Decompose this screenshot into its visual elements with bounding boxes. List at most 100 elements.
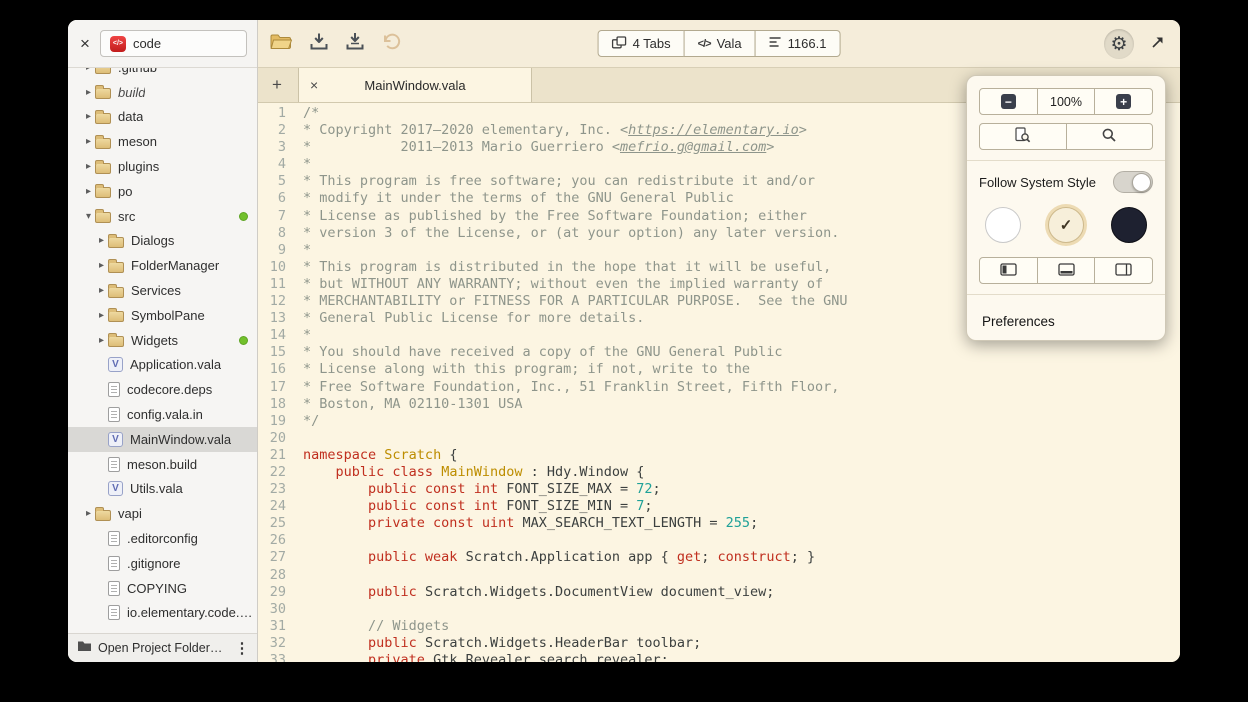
- line-number: 12: [258, 293, 286, 310]
- tabs-icon: [612, 36, 627, 52]
- tree-item-label: codecore.deps: [127, 382, 212, 397]
- toggle-right-panel-button[interactable]: [1094, 257, 1153, 284]
- tree-item-services[interactable]: ▸Services: [68, 278, 257, 303]
- tree-item-src[interactable]: ▾src: [68, 204, 257, 229]
- tree-item-config-vala-in[interactable]: config.vala.in: [68, 402, 257, 427]
- tree-item-foldermanager[interactable]: ▸FolderManager: [68, 253, 257, 278]
- expand-arrow-icon[interactable]: ▸: [82, 87, 95, 98]
- style-option-dark[interactable]: [1111, 207, 1147, 243]
- right-panel-layout-icon: [1115, 263, 1132, 279]
- tree-item-widgets[interactable]: ▸Widgets: [68, 328, 257, 353]
- expand-arrow-icon[interactable]: ▸: [82, 508, 95, 519]
- tree-item-po[interactable]: ▸po: [68, 179, 257, 204]
- tree-item-utils-vala[interactable]: VUtils.vala: [68, 477, 257, 502]
- code-line: public weak Scratch.Application app { ge…: [303, 549, 1180, 566]
- code-line: private Gtk.Revealer search_revealer;: [303, 652, 1180, 662]
- collapse-arrow-icon[interactable]: ▾: [82, 211, 95, 222]
- line-number: 15: [258, 344, 286, 361]
- find-in-page-button[interactable]: [979, 123, 1067, 150]
- folder-icon: [95, 68, 111, 74]
- folder-icon: [108, 311, 124, 322]
- sidebar-menu-button[interactable]: ⋮: [233, 639, 251, 657]
- line-number: 18: [258, 396, 286, 413]
- expand-arrow-icon[interactable]: ▸: [95, 260, 108, 271]
- tab-close-icon[interactable]: ×: [310, 78, 318, 92]
- goto-line-icon: [769, 36, 782, 51]
- expand-arrow-icon[interactable]: ▸: [95, 335, 108, 346]
- zoom-reset-button[interactable]: 100%: [1037, 88, 1096, 115]
- expand-arrow-icon[interactable]: ▸: [82, 111, 95, 122]
- expand-arrow-icon[interactable]: ▸: [82, 161, 95, 172]
- tabs-overview-button[interactable]: 4 Tabs: [598, 30, 685, 57]
- popover-separator: [967, 294, 1165, 295]
- tree-item-label: Dialogs: [131, 233, 174, 248]
- project-chooser-button[interactable]: </> code: [100, 30, 247, 57]
- folder-icon: [108, 287, 124, 298]
- sidebar-footer: Open Project Folder… ⋮: [68, 633, 257, 662]
- open-project-folder-button[interactable]: Open Project Folder…: [98, 641, 227, 655]
- tree-item-plugins[interactable]: ▸ plugins: [68, 154, 257, 179]
- goto-line-button[interactable]: 1166.1: [755, 30, 841, 57]
- expand-arrow-icon[interactable]: ▸: [95, 310, 108, 321]
- zoom-out-button[interactable]: −: [979, 88, 1038, 115]
- style-option-sand-selected[interactable]: ✓: [1048, 207, 1084, 243]
- tree-item-copying[interactable]: COPYING: [68, 576, 257, 601]
- vala-file-icon: V: [108, 432, 123, 447]
- tree-item-application-vala[interactable]: VApplication.vala: [68, 353, 257, 378]
- line-number: 17: [258, 379, 286, 396]
- save-button[interactable]: [306, 33, 332, 55]
- tab-mainwindow-vala[interactable]: × MainWindow.vala: [298, 68, 532, 102]
- follow-system-style-switch[interactable]: [1113, 171, 1153, 193]
- file-icon: [108, 556, 120, 571]
- code-line: [303, 601, 1180, 618]
- expand-arrow-icon[interactable]: ▸: [95, 235, 108, 246]
- window-close-button[interactable]: ×: [80, 35, 90, 52]
- style-option-light[interactable]: [985, 207, 1021, 243]
- vcs-status-dot: [239, 212, 248, 221]
- fullscreen-button[interactable]: [1148, 35, 1168, 53]
- new-tab-button[interactable]: +: [264, 68, 290, 102]
- tree-item--github[interactable]: ▸.github: [68, 68, 257, 80]
- tabs-count-label: 4 Tabs: [633, 36, 671, 51]
- expand-arrow-icon[interactable]: ▸: [82, 68, 95, 73]
- expand-arrow-icon[interactable]: ▸: [82, 136, 95, 147]
- code-line: public class MainWindow : Hdy.Window {: [303, 464, 1180, 481]
- tree-item-label: plugins: [118, 159, 159, 174]
- line-number: 2: [258, 122, 286, 139]
- open-file-button[interactable]: [268, 33, 294, 55]
- fullscreen-icon: [1150, 34, 1166, 55]
- line-number: 14: [258, 327, 286, 344]
- tree-item-vapi[interactable]: ▸vapi: [68, 501, 257, 526]
- preferences-menu-item[interactable]: Preferences: [967, 305, 1165, 340]
- line-number: 28: [258, 567, 286, 584]
- expand-arrow-icon[interactable]: ▸: [82, 186, 95, 197]
- sidebar-headerbar: × </> code: [68, 20, 257, 68]
- language-selector-button[interactable]: </> Vala: [684, 30, 756, 57]
- zoom-in-button[interactable]: +: [1094, 88, 1153, 115]
- tree-item-symbolpane[interactable]: ▸SymbolPane: [68, 303, 257, 328]
- file-tree: ▸.github▸build▸data▸meson▸plugins▸po▾src…: [68, 68, 257, 633]
- tree-item-build[interactable]: ▸build: [68, 80, 257, 105]
- tree-item-codecore-deps[interactable]: codecore.deps: [68, 377, 257, 402]
- settings-button[interactable]: ⚙: [1104, 29, 1134, 59]
- global-search-button[interactable]: [1066, 123, 1154, 150]
- tree-item-meson-build[interactable]: meson.build: [68, 452, 257, 477]
- tree-item--gitignore[interactable]: .gitignore: [68, 551, 257, 576]
- tree-item-io-elementary-code-yml[interactable]: io.elementary.code.yml: [68, 601, 257, 626]
- tree-item-data[interactable]: ▸data: [68, 105, 257, 130]
- folder-icon: [95, 187, 111, 198]
- tree-item-dialogs[interactable]: ▸ Dialogs: [68, 229, 257, 254]
- save-as-button[interactable]: [342, 33, 368, 55]
- code-line: */: [303, 413, 1180, 430]
- save-icon: [309, 32, 329, 56]
- tree-item-mainwindow-vala[interactable]: VMainWindow.vala: [68, 427, 257, 452]
- toggle-sidebar-button[interactable]: [979, 257, 1038, 284]
- tree-item-meson[interactable]: ▸meson: [68, 129, 257, 154]
- code-app-icon: </>: [110, 36, 126, 52]
- folder-icon: [95, 212, 111, 223]
- file-icon: [108, 605, 120, 620]
- tree-item--editorconfig[interactable]: .editorconfig: [68, 526, 257, 551]
- expand-arrow-icon[interactable]: ▸: [95, 285, 108, 296]
- toggle-bottom-panel-button[interactable]: [1037, 257, 1096, 284]
- line-number: 30: [258, 601, 286, 618]
